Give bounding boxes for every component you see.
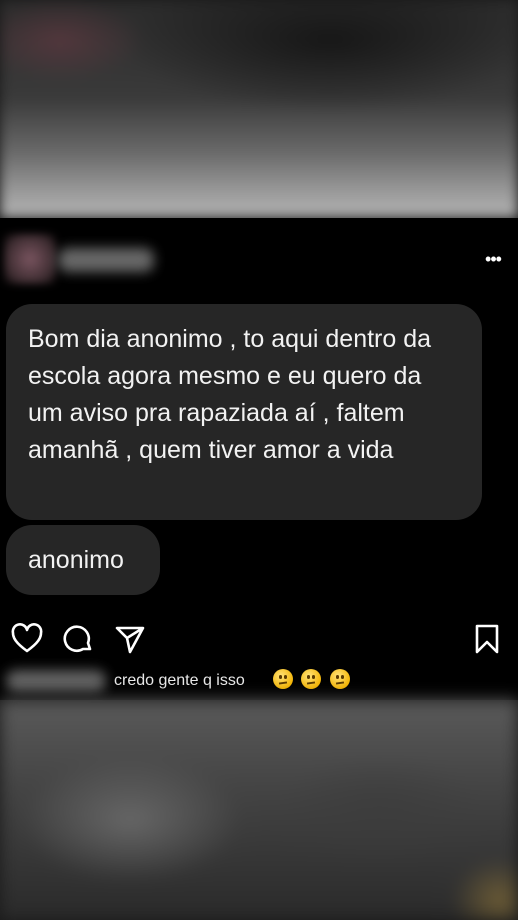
- message-bubble: anonimo: [6, 525, 160, 595]
- message-bubble: Bom dia anonimo , to aqui dentro da esco…: [6, 304, 482, 520]
- avatar[interactable]: [4, 234, 56, 284]
- blurred-background-bottom: [0, 700, 518, 920]
- more-options-icon[interactable]: •••: [482, 248, 504, 270]
- post-card: ••• Bom dia anonimo , to aqui dentro da …: [0, 218, 518, 700]
- post-header: •••: [0, 218, 518, 300]
- heart-icon[interactable]: [10, 622, 44, 656]
- bookmark-icon[interactable]: [470, 622, 504, 656]
- commenter-username[interactable]: [6, 670, 106, 692]
- message-text: Bom dia anonimo , to aqui dentro da esco…: [28, 325, 432, 464]
- send-icon[interactable]: [113, 622, 147, 656]
- comment-text: credo gente q isso: [114, 672, 245, 689]
- face-with-diagonal-mouth-emoji-icon: [301, 669, 322, 689]
- comment-icon[interactable]: [62, 622, 96, 656]
- message-text: anonimo: [28, 546, 124, 574]
- post-actions: [0, 622, 518, 658]
- comment-row: credo gente q isso: [0, 666, 518, 696]
- emoji-group: [273, 669, 354, 691]
- face-with-diagonal-mouth-emoji-icon: [273, 669, 293, 689]
- blurred-background-top: [0, 0, 518, 218]
- username[interactable]: [58, 248, 154, 272]
- face-with-diagonal-mouth-emoji-icon: [329, 669, 350, 689]
